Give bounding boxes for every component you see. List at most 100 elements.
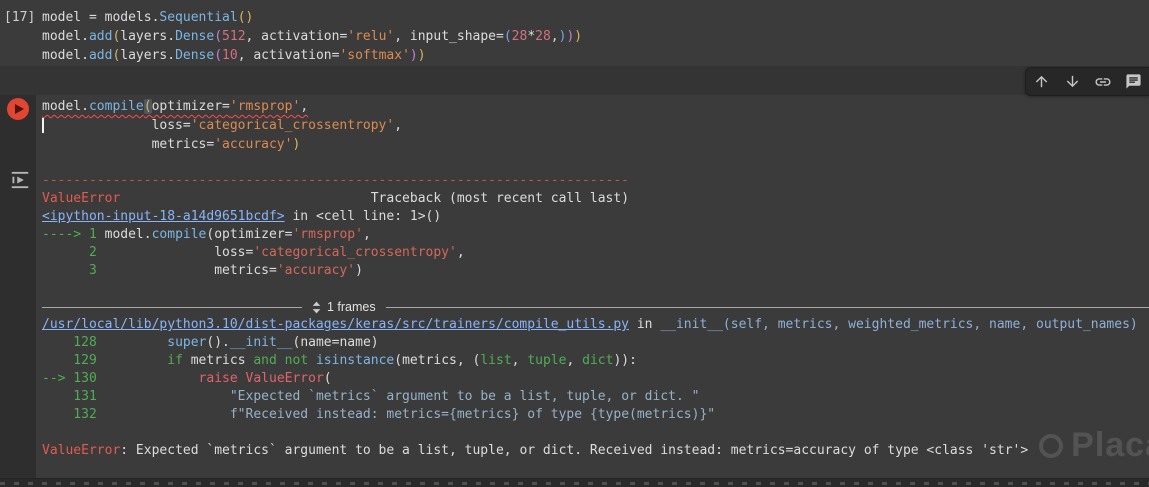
code-token: f"Received instead: metrics={metrics} of… [229, 407, 716, 422]
code-token: __init__(self, metrics, weighted_metrics… [660, 317, 1138, 332]
play-icon [15, 104, 24, 114]
code-line: model.add(layers.Dense(512, activation='… [42, 27, 582, 46]
output-options-button[interactable] [8, 169, 31, 192]
code-line: 128 super().__init__(name=name) [42, 334, 1149, 352]
code-token: Sequential [159, 10, 238, 25]
code-token: ( [214, 48, 223, 63]
code-token: , [566, 353, 583, 368]
comment-icon [1126, 74, 1141, 89]
copy-link-button[interactable] [1088, 68, 1119, 95]
code-token: 'rmsprop' [229, 99, 301, 114]
code-token: , input_shape= [394, 29, 504, 44]
code-token: loss= [42, 118, 191, 133]
colab-notebook-screen: [17] model = models.Sequential() model.ad… [0, 0, 1149, 487]
code-token: 10 [222, 48, 238, 63]
code-token: 'softmax' [339, 48, 410, 63]
code-token: model. [42, 99, 89, 114]
code-token: )): [613, 353, 637, 368]
code-line: 129 if metrics and not isinstance(metric… [42, 352, 1149, 370]
code-token: add [88, 48, 113, 63]
scrollbar-dots [0, 482, 1149, 485]
code-token: super [167, 335, 207, 350]
code-editor-1[interactable]: model = models.Sequential() model.add(lay… [42, 8, 582, 65]
code-token: 28 [535, 29, 551, 44]
code-token: ) [409, 48, 418, 63]
code-token: 132 [42, 407, 105, 422]
code-token: ( [503, 29, 512, 44]
arrow-down-icon [1066, 75, 1078, 88]
code-token: dict [582, 353, 614, 368]
code-token: metrics= [104, 263, 277, 278]
code-token: 3 [42, 263, 105, 278]
code-token: ( [214, 29, 223, 44]
frames-toggle[interactable]: 1 frames [302, 300, 386, 314]
code-token: ValueError [42, 443, 121, 458]
code-token: * [527, 29, 536, 44]
separator-line [385, 306, 1149, 308]
code-token: 131 [42, 389, 105, 404]
code-token: in <cell line: 1>() [284, 209, 442, 224]
code-token: 'accuracy' [214, 137, 293, 152]
code-token: ValueError [42, 191, 121, 206]
code-line: /usr/local/lib/python3.10/dist-packages/… [42, 316, 1149, 334]
code-token: model. [42, 29, 89, 44]
code-line: 131 "Expected `metrics` argument to be a… [42, 388, 1149, 406]
code-token: , [300, 99, 309, 114]
code-token: 128 [42, 335, 105, 350]
arrow-up-icon [1035, 75, 1048, 88]
code-line: model.add(layers.Dense(10, activation='s… [42, 46, 582, 65]
code-token: Dense [175, 48, 215, 63]
horizontal-scrollbar[interactable] [0, 478, 1149, 487]
expand-collapse-icon [312, 301, 321, 313]
code-line: model.compile(optimizer='rmsprop', [42, 97, 402, 116]
code-token: if [167, 353, 183, 368]
run-cell-button[interactable] [7, 98, 29, 120]
code-token: 512 [222, 29, 246, 44]
code-line: ----> 1 model.compile(optimizer='rmsprop… [42, 226, 1149, 244]
code-line: ValueError: Expected `metrics` argument … [42, 442, 1149, 460]
code-token: 'categorical_crossentropy' [253, 245, 457, 260]
move-cell-up-button[interactable] [1026, 68, 1057, 95]
code-line: <ipython-input-18-a14d9651bcdf> in <cell… [42, 208, 1149, 226]
code-token: () [237, 10, 254, 25]
code-token: ) [574, 29, 583, 44]
code-token: Dense [175, 29, 215, 44]
code-token: model. [104, 227, 152, 242]
code-token: ) [417, 48, 426, 63]
code-token: ( [143, 99, 152, 114]
move-cell-down-button[interactable] [1057, 68, 1088, 95]
code-token: layers. [120, 48, 176, 63]
code-token: 2 [42, 245, 105, 260]
code-token: compile [88, 99, 144, 114]
code-token: , [550, 29, 559, 44]
code-token: and [253, 353, 277, 368]
cell-output-traceback: ----------------------------------------… [42, 172, 1149, 460]
traceback-link[interactable]: /usr/local/lib/python3.10/dist-packages/… [42, 317, 629, 332]
code-line: ----------------------------------------… [42, 172, 1149, 190]
comment-button[interactable] [1118, 68, 1149, 95]
code-token: layers. [120, 29, 176, 44]
code-line: metrics='accuracy') [42, 135, 402, 154]
code-token: ValueError [245, 371, 324, 386]
code-token: --> 130 [42, 371, 105, 386]
frames-count-label: 1 frames [327, 300, 376, 314]
code-token: 'categorical_crossentropy' [190, 118, 395, 133]
link-icon [1095, 77, 1111, 86]
code-token: raise [198, 371, 238, 386]
code-token: (metrics, ( [394, 353, 481, 368]
code-token: list [480, 353, 512, 368]
code-token: not [284, 353, 309, 368]
code-editor-2[interactable]: model.compile(optimizer='rmsprop', loss=… [42, 97, 402, 154]
traceback-link[interactable]: <ipython-input-18-a14d9651bcdf> [42, 209, 285, 224]
code-token: , activation= [237, 48, 340, 63]
code-token: compile [151, 227, 207, 242]
code-token: , activation= [245, 29, 348, 44]
